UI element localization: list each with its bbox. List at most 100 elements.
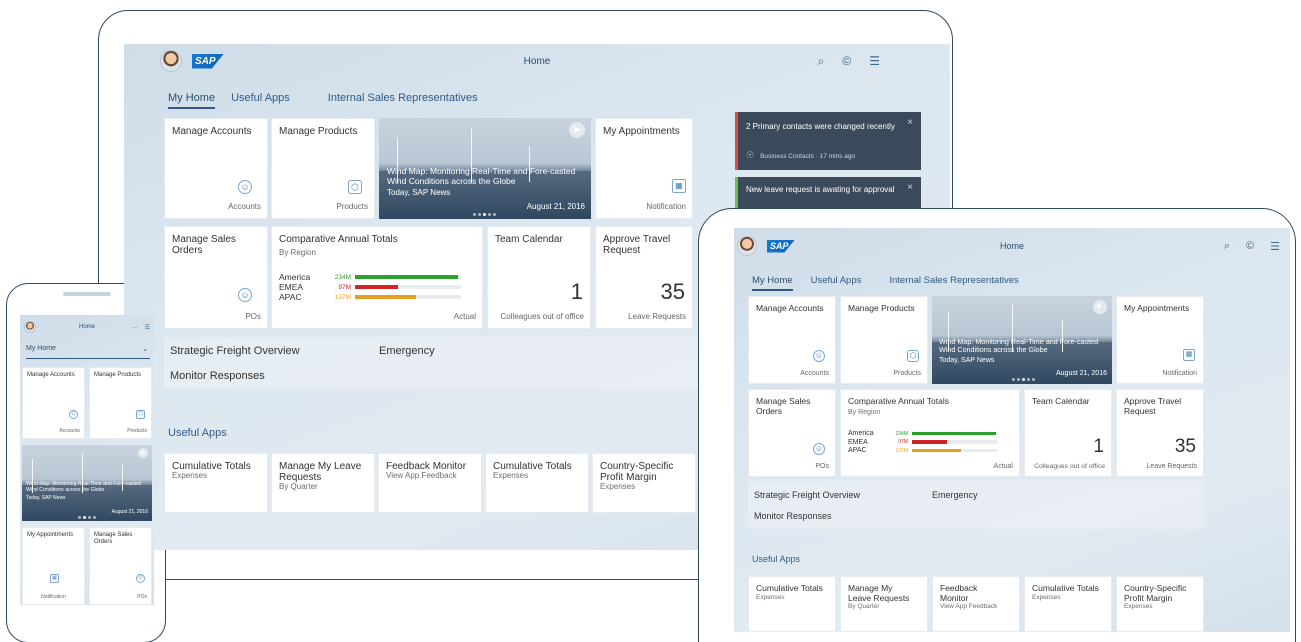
app-tile[interactable]: Feedback Monitor View App Feedback: [932, 576, 1020, 632]
carousel-dots[interactable]: [473, 213, 496, 216]
link-monitor-responses[interactable]: Monitor Responses: [170, 370, 265, 382]
app-tile[interactable]: Country-Specific Profit Margin Expenses: [1116, 576, 1204, 632]
news-source: Today, SAP News: [26, 495, 66, 501]
notifications-icon[interactable]: ☰: [869, 54, 880, 69]
copilot-icon[interactable]: ©: [1246, 240, 1254, 253]
tile-manage-sales-orders[interactable]: Manage Sales Orders ☺ POs: [164, 226, 268, 329]
user-avatar[interactable]: [160, 50, 182, 72]
app-tile[interactable]: Cumulative Totals Expenses: [1024, 576, 1112, 632]
tile-title: My Appointments: [1124, 303, 1190, 313]
search-icon[interactable]: ⌕: [818, 54, 825, 69]
tile-manage-accounts[interactable]: Manage Accounts ☺ Accounts: [164, 118, 268, 219]
app-subtitle: By Quarter: [279, 482, 318, 492]
shell-actions: … ☰: [133, 324, 150, 331]
notifications-icon[interactable]: ☰: [145, 324, 150, 331]
tile-my-appointments[interactable]: My Appointments ▦ Notification: [22, 527, 85, 605]
tile-approve-travel-request[interactable]: Approve Travel Request 35 Leave Requests: [1116, 389, 1204, 477]
carousel-dots[interactable]: [78, 516, 96, 519]
app-subtitle: Expenses: [1032, 593, 1061, 601]
news-tile[interactable]: ▶ Wind Map: Monitoring Real-Time and For…: [932, 296, 1112, 384]
news-headline: Wind Map: Monitoring Real-Time and Fore-…: [387, 166, 576, 187]
app-title: Country-Specific Profit Margin Expenses: [1124, 583, 1192, 610]
app-tile[interactable]: Manage My Leave Requests By Quarter: [840, 576, 928, 632]
tile-comparative-annual-totals[interactable]: Comparative Annual Totals By Region Amer…: [271, 226, 483, 329]
tile-title: Approve Travel Request: [603, 234, 671, 257]
app-tile[interactable]: Feedback Monitor View App Feedback: [378, 453, 482, 513]
tab-my-home[interactable]: My Home: [752, 275, 793, 291]
link-monitor-responses[interactable]: Monitor Responses: [754, 511, 832, 521]
tile-comparative-annual-totals[interactable]: Comparative Annual Totals By Region Amer…: [840, 389, 1020, 477]
link-strategic-freight[interactable]: Strategic Freight Overview: [170, 345, 300, 357]
anchor-bar: My Home Useful Apps Internal Sales Repre…: [168, 92, 478, 109]
kpi-number: 1: [1093, 436, 1104, 457]
tile-manage-products[interactable]: Manage Products ⬡ Products: [271, 118, 375, 219]
notification-card[interactable]: 2 Primary contacts were changed recently…: [735, 112, 921, 170]
bar-value: 234M: [334, 273, 351, 281]
app-title: Feedback Monitor View App Feedback: [386, 461, 470, 481]
tile-manage-accounts[interactable]: Manage Accounts ☺ Accounts: [748, 296, 836, 384]
shell-actions: ⌕ © ☰: [818, 54, 880, 69]
tab-internal-sales[interactable]: Internal Sales Representatives: [328, 92, 478, 109]
app-title: Country-Specific Profit Margin Expenses: [600, 461, 684, 492]
tab-useful-apps[interactable]: Useful Apps: [231, 92, 290, 109]
app-tile[interactable]: Cumulative Totals Expenses: [485, 453, 589, 513]
link-emergency[interactable]: Emergency: [379, 345, 435, 357]
sap-logo[interactable]: SAP: [767, 239, 795, 253]
news-date: August 21, 2016: [1056, 370, 1107, 377]
link-strategic-freight[interactable]: Strategic Freight Overview: [754, 490, 860, 500]
tile-footer: Notification: [1162, 370, 1197, 377]
bar-label: America: [848, 430, 874, 437]
copilot-icon[interactable]: ©: [842, 54, 851, 69]
app-subtitle: Expenses: [600, 482, 636, 492]
play-icon[interactable]: ▶: [569, 122, 585, 138]
tile-team-calendar[interactable]: Team Calendar 1 Colleagues out of office: [487, 226, 591, 329]
tab-useful-apps[interactable]: Useful Apps: [811, 275, 862, 291]
bar-track: [912, 448, 998, 453]
tab-select[interactable]: My Home ⌄: [26, 345, 150, 359]
tile-team-calendar[interactable]: Team Calendar 1 Colleagues out of office: [1024, 389, 1112, 477]
close-icon[interactable]: ×: [907, 182, 913, 193]
play-icon[interactable]: ▶: [138, 448, 148, 458]
tile-my-appointments[interactable]: My Appointments ▦ Notification: [1116, 296, 1204, 384]
tile-footer: Notification: [646, 202, 686, 211]
tile-title: Manage Accounts: [172, 126, 252, 137]
news-tile[interactable]: ▶ Wind Map: Monitoring Real-Time and For…: [379, 118, 591, 219]
tab-internal-sales[interactable]: Internal Sales Representatives: [889, 275, 1018, 291]
chevron-down-icon: ⌄: [142, 346, 148, 353]
shell-title: Home: [999, 241, 1024, 251]
bar-label: APAC: [848, 447, 867, 454]
tile-manage-sales-orders[interactable]: Manage Sales Orders ☺ POs: [89, 527, 152, 605]
tile-manage-accounts[interactable]: Manage Accounts ☺ Accounts: [22, 367, 85, 439]
tile-approve-travel-request[interactable]: Approve Travel Request 35 Leave Requests: [595, 226, 693, 329]
user-avatar[interactable]: [24, 321, 36, 333]
notifications-icon[interactable]: ☰: [1270, 240, 1280, 253]
app-tile[interactable]: Cumulative Totals Expenses: [748, 576, 836, 632]
tile-manage-products[interactable]: Manage Products ⬡ Products: [840, 296, 928, 384]
search-icon[interactable]: ⌕: [1224, 240, 1230, 253]
app-tile[interactable]: Manage My Leave Requests By Quarter: [271, 453, 375, 513]
user-avatar[interactable]: [737, 236, 757, 256]
shell-actions: ⌕ © ☰: [1224, 240, 1280, 253]
news-tile[interactable]: ▶ Wind Map: Monitoring Real-Time and For…: [22, 445, 152, 521]
tile-manage-sales-orders[interactable]: Manage Sales Orders ☺ POs: [748, 389, 836, 477]
link-emergency[interactable]: Emergency: [932, 490, 978, 500]
app-title: Cumulative Totals Expenses: [756, 583, 823, 601]
tile-my-appointments[interactable]: My Appointments ▦ Notification: [595, 118, 693, 219]
app-subtitle: Expenses: [756, 593, 785, 601]
tile-footer: POs: [245, 312, 261, 321]
sap-logo[interactable]: SAP: [192, 53, 224, 69]
tile-manage-products[interactable]: Manage Products ⬡ Products: [89, 367, 152, 439]
app-subtitle: Expenses: [493, 471, 529, 481]
more-icon[interactable]: …: [133, 324, 139, 331]
tab-my-home[interactable]: My Home: [168, 92, 216, 109]
accounts-icon: ☺: [238, 180, 252, 194]
close-icon[interactable]: ×: [907, 117, 913, 128]
tile-footer: POs: [137, 594, 147, 600]
app-tile[interactable]: Cumulative Totals Expenses: [164, 453, 268, 513]
play-icon[interactable]: ▶: [1093, 300, 1107, 314]
news-source: Today, SAP News: [939, 357, 995, 364]
app-tile[interactable]: Country-Specific Profit Margin Expenses: [592, 453, 696, 513]
section-title-useful-apps: Useful Apps: [168, 427, 227, 439]
tile-title: Manage Sales Orders: [756, 396, 811, 416]
carousel-dots[interactable]: [1012, 378, 1035, 381]
